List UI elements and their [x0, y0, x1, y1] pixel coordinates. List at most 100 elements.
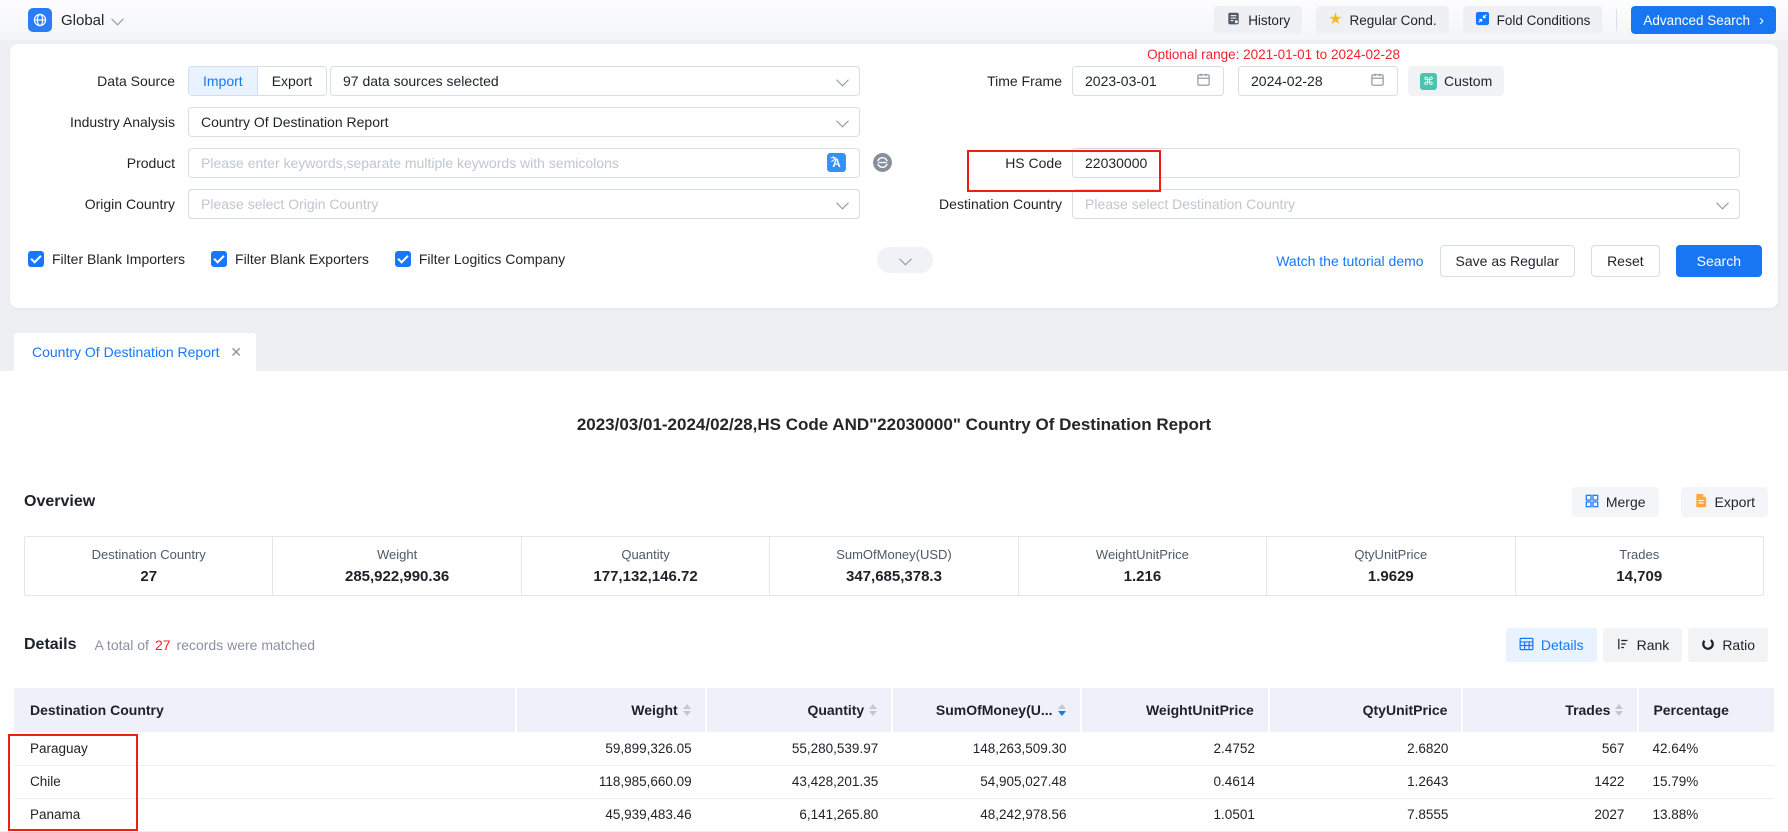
regular-cond-button[interactable]: ★ Regular Cond.	[1316, 6, 1448, 34]
view-rank-button[interactable]: Rank	[1603, 628, 1683, 662]
save-as-regular-button[interactable]: Save as Regular	[1440, 245, 1576, 277]
filter-checkbox[interactable]: Filter Blank Exporters	[211, 251, 369, 267]
column-label: Percentage	[1653, 702, 1728, 718]
overview-stat: QtyUnitPrice 1.9629	[1267, 537, 1515, 595]
chevron-down-icon	[899, 252, 912, 265]
table-cell: 54,905,027.48	[892, 765, 1080, 798]
form-actions: Watch the tutorial demo Save as Regular …	[1276, 245, 1762, 277]
tutorial-link[interactable]: Watch the tutorial demo	[1276, 253, 1423, 269]
table-column-header[interactable]: Weight	[516, 688, 706, 732]
stat-value: 347,685,378.3	[846, 568, 942, 585]
product-placeholder: Please enter keywords,separate multiple …	[201, 155, 619, 171]
overview-stat: Quantity 177,132,146.72	[522, 537, 770, 595]
overview-stat: Trades 14,709	[1516, 537, 1763, 595]
table-cell: 1.0501	[1081, 798, 1269, 831]
table-cell: 567	[1462, 732, 1638, 765]
table-cell: 7.8555	[1269, 798, 1463, 831]
table-cell: 118,985,660.09	[516, 765, 706, 798]
history-button[interactable]: History	[1214, 6, 1302, 34]
export-button[interactable]: Export	[1681, 487, 1768, 517]
advanced-search-button[interactable]: Advanced Search ›	[1631, 6, 1776, 34]
translate-icon[interactable]: A	[826, 152, 847, 173]
chevron-down-icon	[836, 196, 849, 209]
sort-icon[interactable]	[869, 704, 877, 716]
custom-range-button[interactable]: ⌘ Custom	[1408, 66, 1504, 96]
checkbox-checked-icon[interactable]	[28, 251, 44, 267]
hs-code-input[interactable]: 22030000	[1072, 148, 1740, 178]
table-icon	[1519, 637, 1534, 654]
start-date-input[interactable]: 2023-03-01	[1072, 66, 1224, 96]
end-date-input[interactable]: 2024-02-28	[1238, 66, 1398, 96]
chevron-down-icon	[1716, 196, 1729, 209]
filter-checkbox[interactable]: Filter Blank Importers	[28, 251, 185, 267]
view-details-button[interactable]: Details	[1506, 628, 1597, 662]
merge-button[interactable]: Merge	[1572, 487, 1659, 517]
table-cell: 2.4752	[1081, 732, 1269, 765]
view-switcher: Details Rank Ratio	[1506, 628, 1768, 662]
hs-code-value: 22030000	[1085, 155, 1147, 171]
data-sources-select[interactable]: 97 data sources selected	[330, 66, 860, 96]
table-cell: 42.64%	[1638, 732, 1774, 765]
sort-icon[interactable]	[683, 704, 691, 716]
data-sources-value: 97 data sources selected	[343, 73, 499, 89]
custom-label: Custom	[1444, 73, 1492, 89]
overview-stat: Destination Country 27	[25, 537, 273, 595]
data-source-label: Data Source	[10, 66, 175, 96]
checkbox-checked-icon[interactable]	[395, 251, 411, 267]
product-input[interactable]: Please enter keywords,separate multiple …	[188, 148, 860, 178]
fold-conditions-label: Fold Conditions	[1497, 13, 1591, 28]
hs-code-label: HS Code	[850, 148, 1062, 178]
chevron-down-icon	[836, 114, 849, 127]
reset-button[interactable]: Reset	[1591, 245, 1660, 277]
star-icon: ★	[1328, 12, 1342, 28]
table-cell: 1422	[1462, 765, 1638, 798]
table-column-header[interactable]: Trades	[1462, 688, 1638, 732]
chevron-right-icon: ›	[1759, 13, 1764, 28]
destination-country-select[interactable]: Please select Destination Country	[1072, 189, 1740, 219]
topbar-actions: History ★ Regular Cond. Fold Conditions …	[1214, 6, 1776, 34]
close-icon[interactable]: ✕	[230, 344, 242, 361]
import-tab[interactable]: Import	[189, 67, 257, 95]
table-cell: Chile	[14, 765, 516, 798]
globe-icon	[28, 8, 52, 32]
details-heading: Details	[24, 636, 76, 654]
table-column-header[interactable]: SumOfMoney(U...	[892, 688, 1080, 732]
region-selector[interactable]: Global	[28, 8, 122, 32]
table-column-header[interactable]: Destination Country	[14, 688, 516, 732]
fold-conditions-button[interactable]: Fold Conditions	[1463, 6, 1603, 34]
sort-icon[interactable]	[1058, 704, 1066, 716]
table-cell: 148,263,509.30	[892, 732, 1080, 765]
fold-icon	[1475, 11, 1490, 29]
export-tab[interactable]: Export	[257, 67, 326, 95]
table-column-header[interactable]: WeightUnitPrice	[1081, 688, 1269, 732]
chevron-down-icon	[111, 12, 124, 25]
overview-heading: Overview	[24, 493, 95, 511]
chevron-down-icon	[836, 73, 849, 86]
stat-label: SumOfMoney(USD)	[836, 547, 952, 562]
collapse-conditions-button[interactable]	[877, 247, 933, 273]
tab-country-of-destination-report[interactable]: Country Of Destination Report ✕	[14, 333, 256, 371]
divider	[1616, 9, 1617, 31]
table-row: Paraguay59,899,326.0555,280,539.97148,26…	[14, 732, 1774, 765]
view-ratio-button[interactable]: Ratio	[1688, 628, 1768, 662]
matched-prefix: A total of	[94, 637, 148, 653]
tab-title: Country Of Destination Report	[32, 344, 220, 360]
column-label: Quantity	[807, 702, 864, 718]
table-column-header[interactable]: QtyUnitPrice	[1269, 688, 1463, 732]
industry-analysis-select[interactable]: Country Of Destination Report	[188, 107, 860, 137]
overview-stats-bar: Destination Country 27 Weight 285,922,99…	[24, 536, 1764, 596]
table-column-header[interactable]: Quantity	[706, 688, 893, 732]
table-column-header[interactable]: Percentage	[1638, 688, 1774, 732]
calendar-icon	[1370, 72, 1385, 90]
checkbox-checked-icon[interactable]	[211, 251, 227, 267]
search-button[interactable]: Search	[1676, 245, 1762, 277]
table-cell: 48,242,978.56	[892, 798, 1080, 831]
origin-country-select[interactable]: Please select Origin Country	[188, 189, 860, 219]
calendar-icon	[1196, 72, 1211, 90]
table-cell: 13.88%	[1638, 798, 1774, 831]
filter-checkbox[interactable]: Filter Logitics Company	[395, 251, 565, 267]
sort-icon[interactable]	[1615, 704, 1623, 716]
regular-cond-label: Regular Cond.	[1350, 13, 1437, 28]
table-cell: 6,141,265.80	[706, 798, 893, 831]
optional-range-hint: Optional range: 2021-01-01 to 2024-02-28	[1147, 47, 1400, 62]
